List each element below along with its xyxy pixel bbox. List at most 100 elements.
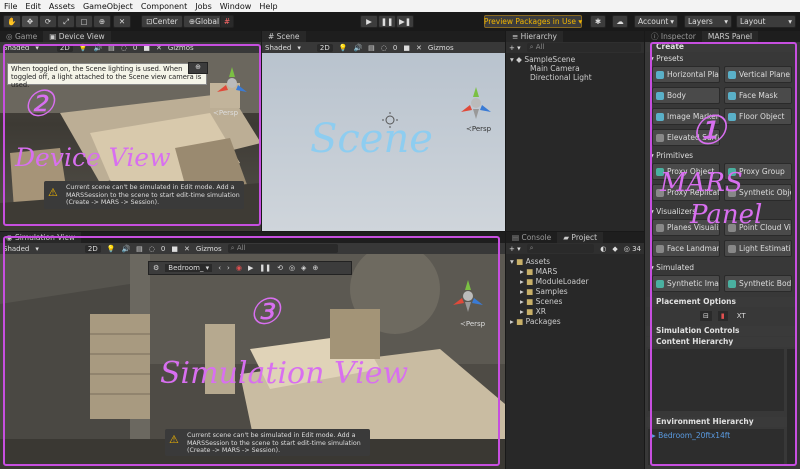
menu-edit[interactable]: Edit: [21, 2, 45, 11]
menu-window[interactable]: Window: [216, 2, 256, 11]
folder-samples[interactable]: ▸ ■ Samples: [520, 287, 568, 296]
layout-label: Layout: [740, 17, 766, 26]
hierarchy-item-directional-light[interactable]: Directional Light: [530, 73, 592, 82]
hierarchy-search-input[interactable]: ⌕ All: [526, 43, 641, 52]
visibility-count: ◎ 34: [624, 245, 641, 253]
shading-dropdown[interactable]: Shaded: [265, 44, 291, 52]
transform-tool-icon[interactable]: ⊕: [93, 15, 111, 28]
chevron-down-icon: ▾: [788, 17, 792, 26]
hierarchy-item-main-camera[interactable]: Main Camera: [530, 64, 580, 73]
global-label: Global: [195, 17, 220, 26]
hierarchy-tabbar: ≡ Hierarchy: [506, 31, 644, 42]
folder-label: Samples: [535, 287, 568, 296]
panel-annotation: Panel: [690, 200, 763, 230]
menu-gameobject[interactable]: GameObject: [79, 2, 137, 11]
light-icon[interactable]: 💡: [339, 44, 348, 52]
camera-icon[interactable]: ■: [403, 44, 410, 52]
menu-help[interactable]: Help: [255, 2, 281, 11]
folder-icon: ■: [526, 297, 536, 306]
folder-label: XR: [535, 307, 546, 316]
eye-icon: ◎: [623, 244, 633, 253]
hidden-icon[interactable]: ◌: [381, 44, 387, 52]
scene-tabbar: # Scene: [262, 31, 505, 42]
menu-jobs[interactable]: Jobs: [191, 2, 216, 11]
layers-dropdown[interactable]: Layers ▾: [684, 15, 732, 28]
services-icon[interactable]: ✱: [590, 15, 606, 28]
folder-label: ModuleLoader: [535, 277, 589, 286]
device-view-tabbar: ◎ Game ▣ Device View: [0, 31, 261, 42]
folder-label: MARS: [535, 267, 558, 276]
tab-scene-label: Scene: [276, 32, 300, 41]
cloud-icon[interactable]: ☁: [612, 15, 628, 28]
folder-mars[interactable]: ▸ ■ MARS: [520, 267, 557, 276]
scene-controlbar: Shaded ▾ 2D 💡 🔊 ▤ ◌ 0 ■ ✕ Gizmos: [262, 42, 505, 53]
2d-toggle[interactable]: 2D: [316, 43, 333, 52]
menu-file[interactable]: File: [0, 2, 21, 11]
effects-icon[interactable]: ▤: [368, 44, 375, 52]
scene-root-item[interactable]: ▾ ◆ SampleScene: [510, 55, 575, 64]
scale-tool-icon[interactable]: ⤢: [57, 15, 75, 28]
mars-panel-annotation-box: [650, 42, 797, 466]
rotate-tool-icon[interactable]: ⟳: [39, 15, 57, 28]
tab-project[interactable]: ▰ Project: [557, 232, 604, 243]
menu-bar: File Edit Assets GameObject Component Jo…: [0, 0, 800, 12]
project-panel: ▤ Console ▰ Project + ▾ ⌕ ◐ ◆ ◎ 34 ▾ ■ A…: [506, 232, 644, 469]
tab-inspector[interactable]: ⓘ Inspector: [645, 31, 702, 42]
tab-hierarchy-label: Hierarchy: [520, 32, 557, 41]
layout-dropdown[interactable]: Layout ▾: [736, 15, 796, 28]
tab-mars-panel[interactable]: MARS Panel: [701, 31, 759, 42]
tab-project-label: Project: [571, 233, 598, 242]
folder-scenes[interactable]: ▸ ■ Scenes: [520, 297, 562, 306]
menu-component[interactable]: Component: [137, 2, 191, 11]
project-tabbar: ▤ Console ▰ Project: [506, 232, 644, 243]
folder-moduleloader[interactable]: ▸ ■ ModuleLoader: [520, 277, 589, 286]
hand-tool-icon[interactable]: ✋: [3, 15, 21, 28]
layers-label: Layers: [688, 17, 713, 26]
project-search-input[interactable]: ⌕: [526, 244, 595, 253]
step-button[interactable]: ▶❚: [396, 15, 414, 28]
move-tool-icon[interactable]: ✥: [21, 15, 39, 28]
tab-device-view[interactable]: ▣ Device View: [43, 31, 111, 42]
rect-tool-icon[interactable]: ▢: [75, 15, 93, 28]
folder-icon: ■: [526, 267, 536, 276]
custom-tool-icon[interactable]: ✕: [113, 15, 131, 28]
preview-packages-badge[interactable]: Preview Packages in Use ▾: [484, 15, 582, 28]
simulation-number-annotation: ③: [248, 292, 281, 333]
persp-label[interactable]: ≺Persp: [466, 125, 491, 133]
pivot-global-button[interactable]: ⊕ Global: [183, 15, 225, 28]
tag-icon[interactable]: ◆: [612, 245, 617, 253]
add-icon[interactable]: + ▾: [509, 245, 521, 253]
folder-packages[interactable]: ▸ ■ Packages: [510, 317, 561, 326]
tools-icon[interactable]: ✕: [416, 44, 422, 52]
folder-packages-label: Packages: [525, 317, 561, 326]
pivot-center-button[interactable]: ⊡ Center: [141, 15, 183, 28]
mars-annotation: MARS: [660, 168, 743, 198]
tab-console[interactable]: ▤ Console: [506, 232, 558, 243]
hierarchy-controlbar: + ▾ ⌕ All: [506, 42, 644, 53]
chevron-down-icon: ▾: [670, 17, 674, 26]
simulation-view-annotation-box: [3, 236, 500, 466]
account-dropdown[interactable]: Account ▾: [634, 15, 678, 28]
tab-hierarchy[interactable]: ≡ Hierarchy: [506, 31, 563, 42]
play-button[interactable]: ▶: [360, 15, 378, 28]
folder-assets[interactable]: ▾ ■ Assets: [510, 257, 550, 266]
folder-icon: ■: [516, 317, 526, 326]
filter-icon[interactable]: ◐: [600, 245, 606, 253]
account-label: Account: [638, 17, 669, 26]
tab-scene[interactable]: # Scene: [262, 31, 306, 42]
folder-xr[interactable]: ▸ ■ XR: [520, 307, 546, 316]
grid-snap-icon[interactable]: #: [220, 15, 234, 28]
inspector-tabbar: ⓘ Inspector MARS Panel: [645, 31, 800, 42]
menu-assets[interactable]: Assets: [45, 2, 79, 11]
folder-assets-label: Assets: [525, 257, 551, 266]
audio-icon[interactable]: 🔊: [353, 44, 362, 52]
mars-number-annotation: ①: [690, 108, 726, 154]
gizmos-dropdown[interactable]: Gizmos: [428, 44, 454, 52]
add-icon[interactable]: + ▾: [509, 44, 521, 52]
folder-icon: ■: [526, 287, 536, 296]
scene-grid-icon: #: [268, 32, 277, 41]
scene-annotation: Scene: [310, 116, 433, 162]
tab-game[interactable]: ◎ Game: [0, 31, 44, 42]
pause-button[interactable]: ❚❚: [378, 15, 396, 28]
folder-icon: ■: [526, 277, 536, 286]
